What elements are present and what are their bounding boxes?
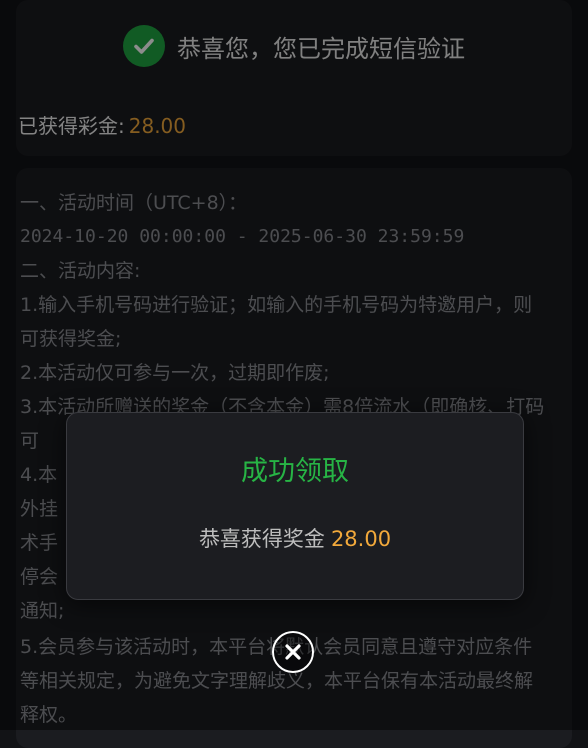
claim-success-dialog: 成功领取 恭喜获得奖金 28.00 — [66, 412, 524, 600]
dialog-message-text: 恭喜获得奖金 — [198, 527, 325, 551]
dialog-amount: 28.00 — [330, 527, 392, 551]
close-dialog-button[interactable] — [272, 631, 314, 673]
dialog-message: 恭喜获得奖金 28.00 — [67, 523, 523, 553]
modal-overlay[interactable] — [0, 0, 588, 730]
dialog-title: 成功领取 — [241, 456, 349, 487]
close-icon — [285, 644, 301, 660]
